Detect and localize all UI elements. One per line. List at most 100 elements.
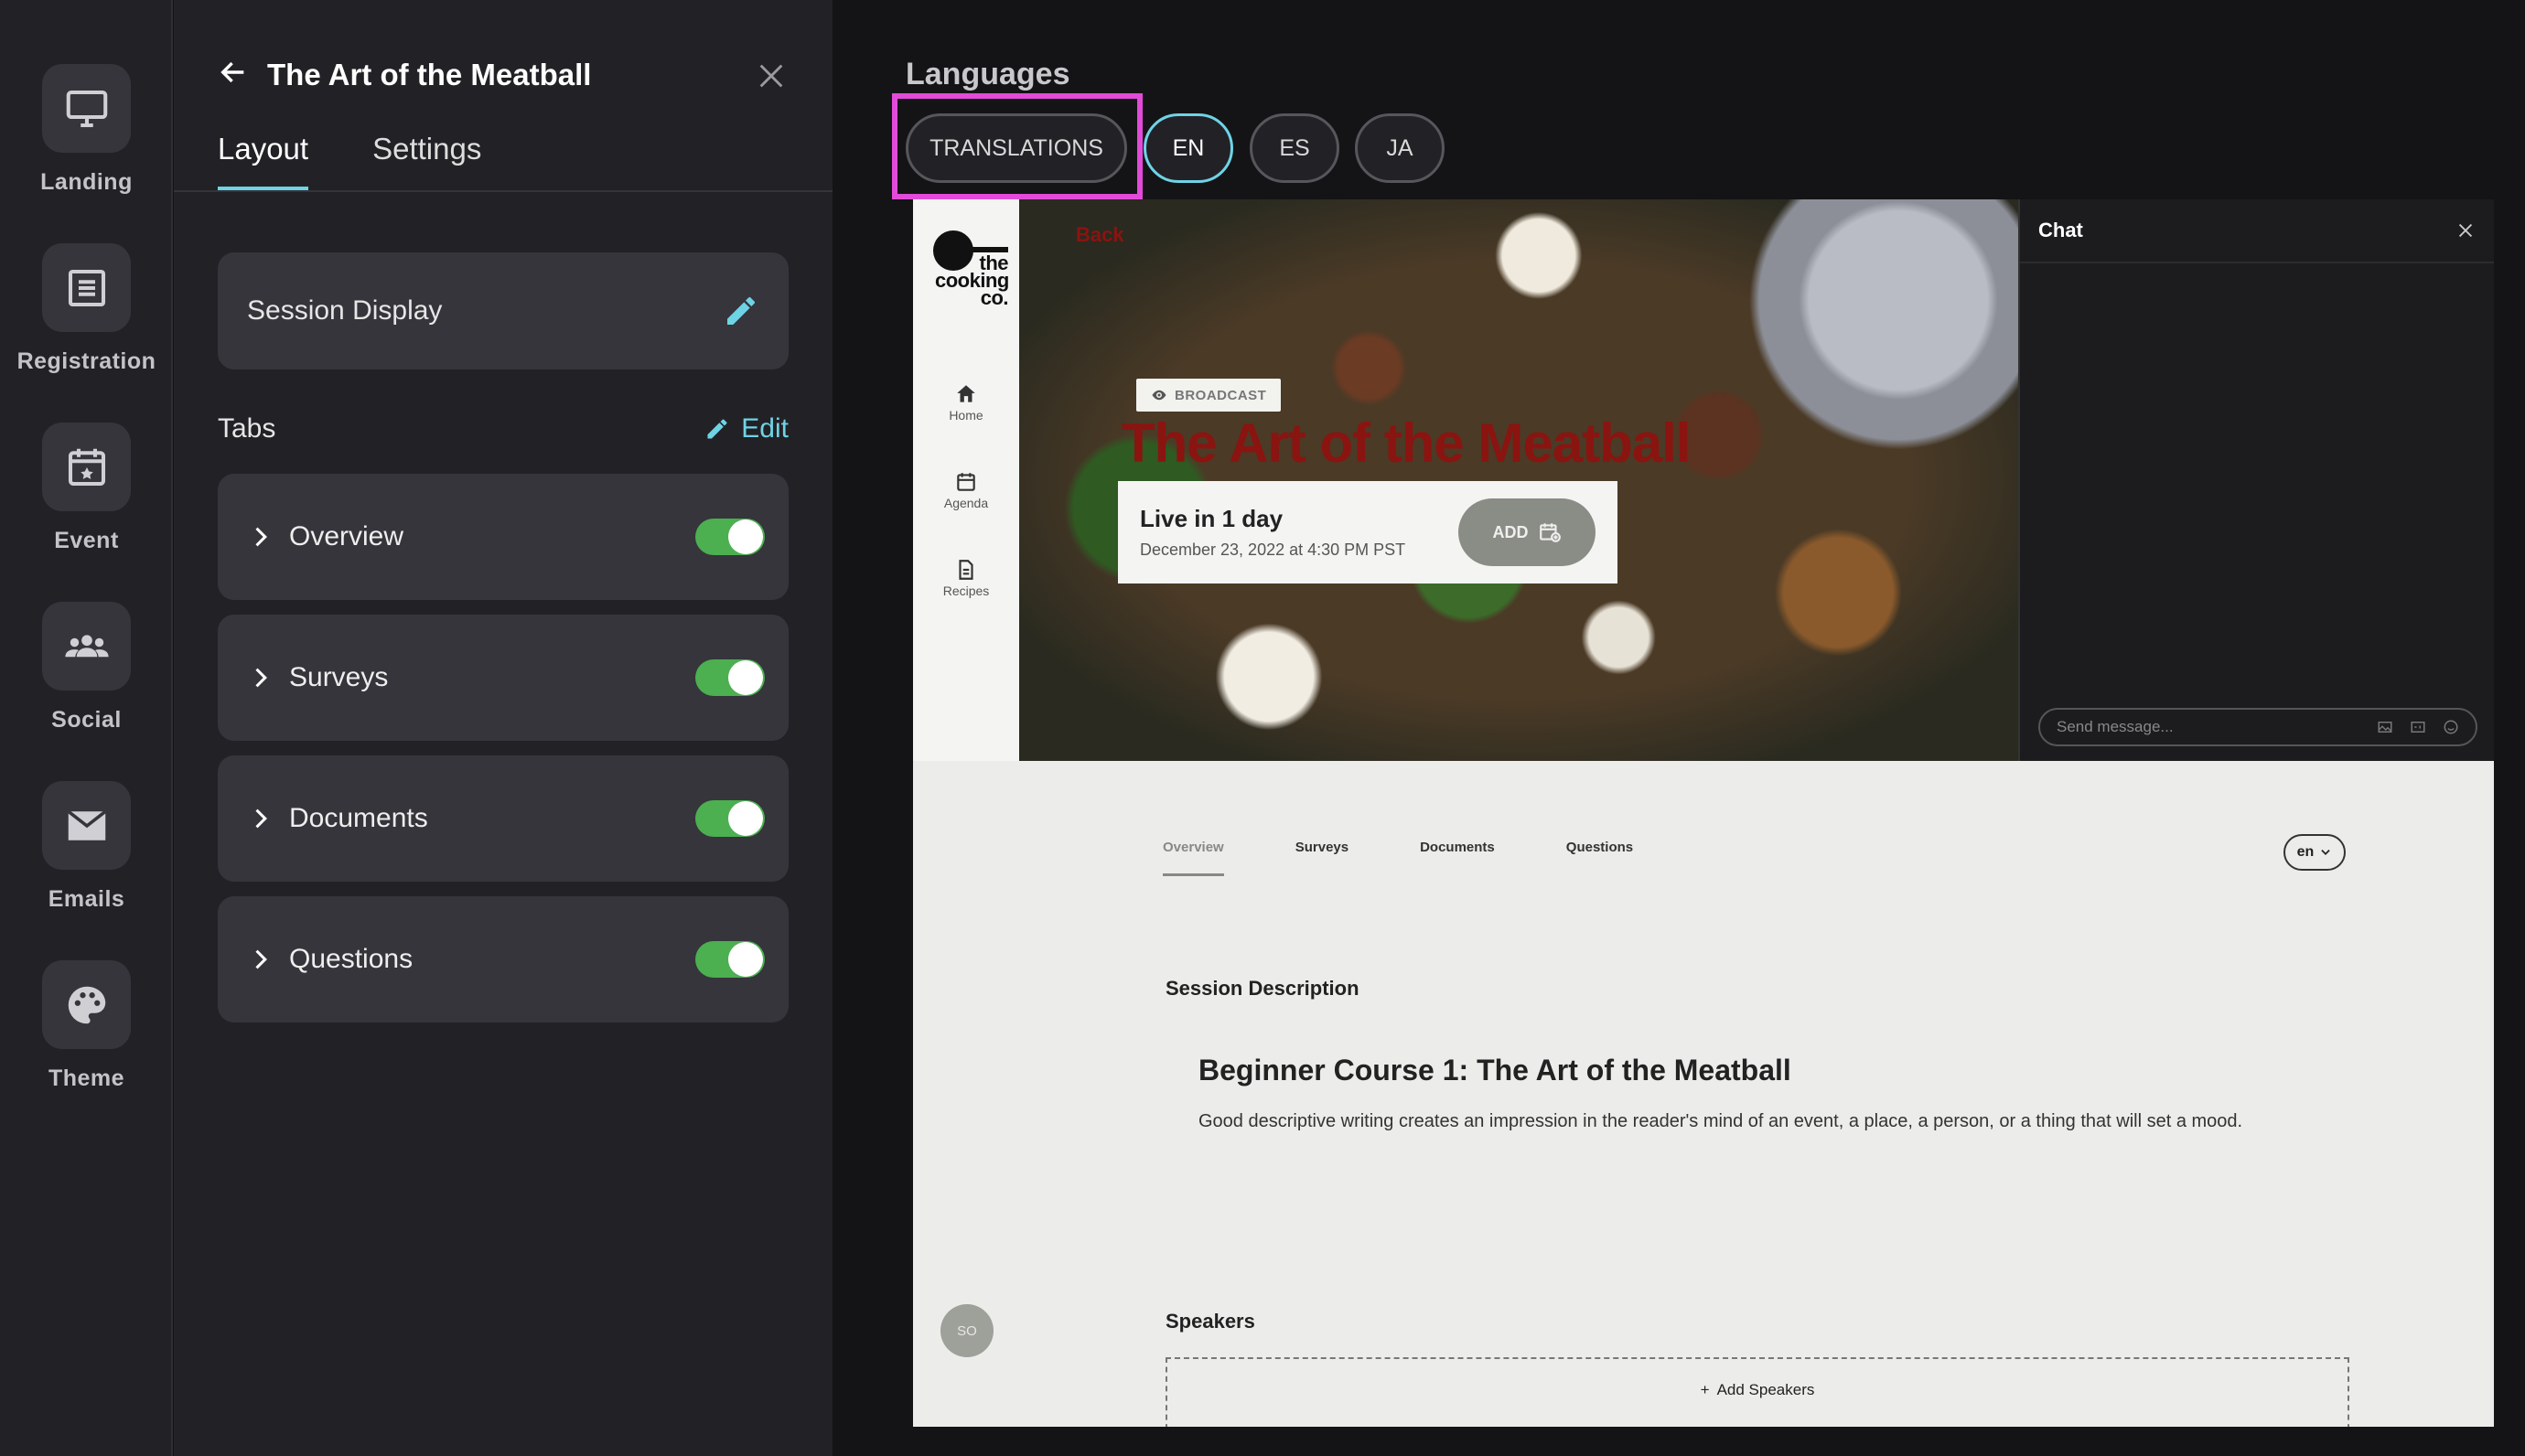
tab-settings[interactable]: Settings [372, 132, 481, 190]
session-display-card[interactable]: Session Display [218, 252, 789, 369]
plus-icon: + [1700, 1381, 1710, 1398]
chat-title: Chat [2038, 219, 2083, 241]
preview-nav-label: Home [949, 408, 983, 423]
nav-item-emails[interactable]: Emails [0, 781, 173, 946]
language-select[interactable]: en [2283, 834, 2346, 871]
pencil-icon [707, 419, 727, 439]
palette-icon [42, 960, 131, 1049]
chat-input-icons [2377, 719, 2459, 735]
close-icon[interactable] [756, 60, 787, 91]
calendar-icon [42, 423, 131, 511]
tab-row-questions[interactable]: Questions [218, 896, 789, 1022]
document-icon [959, 560, 973, 580]
tab-row-label: Questions [289, 944, 414, 974]
preview-tab-overview[interactable]: Overview [1163, 840, 1224, 876]
overview-toggle[interactable] [695, 519, 765, 555]
mail-icon [42, 781, 131, 870]
app-nav: Landing Registration Event Social Emails… [0, 0, 173, 1456]
hero-title: The Art of the Meatball [1122, 412, 1691, 474]
gif-icon[interactable] [2410, 719, 2426, 735]
highlight-box [892, 93, 1143, 199]
image-icon[interactable] [2377, 719, 2393, 735]
preview-sidebar: the cooking co. Home Agenda Recipes [913, 199, 1019, 761]
preview-nav-label: Agenda [943, 496, 989, 510]
chat-panel: Chat Send message... [2018, 199, 2494, 761]
logo-text: the cooking co. [935, 252, 1009, 309]
edit-tabs-button[interactable]: Edit [704, 413, 789, 444]
pencil-icon[interactable] [723, 293, 759, 329]
language-select-value: en [2296, 844, 2315, 860]
session-description-heading: Session Description [1166, 977, 1359, 1000]
back-link[interactable]: Back [1076, 223, 1124, 247]
badge-label: BROADCAST [1175, 387, 1267, 403]
edit-label: Edit [741, 413, 789, 444]
chevron-right-icon[interactable] [247, 665, 273, 691]
preview-tabs: Overview Surveys Documents Questions [1163, 840, 1704, 876]
panel-header: The Art of the Meatball [218, 57, 591, 92]
add-speakers-label: Add Speakers [1716, 1381, 1815, 1398]
nav-label: Theme [48, 1065, 125, 1091]
nav-item-social[interactable]: Social [0, 602, 173, 766]
lang-en-button[interactable]: EN [1144, 113, 1233, 183]
preview-nav-home[interactable]: Home [913, 382, 1019, 424]
tab-row-overview[interactable]: Overview [218, 474, 789, 600]
chat-header: Chat [2020, 199, 2494, 263]
tab-row-surveys[interactable]: Surveys [218, 615, 789, 741]
surveys-toggle[interactable] [695, 659, 765, 696]
add-speakers-button[interactable]: + Add Speakers [1166, 1357, 2349, 1427]
questions-toggle[interactable] [695, 941, 765, 978]
tab-layout[interactable]: Layout [218, 132, 309, 190]
close-icon[interactable] [2455, 220, 2476, 241]
panel-title: The Art of the Meatball [267, 57, 592, 91]
session-display-label: Session Display [247, 295, 443, 326]
list-icon [42, 243, 131, 332]
divider [174, 190, 833, 192]
preview-tab-documents[interactable]: Documents [1420, 840, 1495, 876]
nav-item-registration[interactable]: Registration [0, 243, 173, 408]
nav-item-event[interactable]: Event [0, 423, 173, 587]
live-title: Live in 1 day [1140, 505, 1284, 532]
nav-label: Landing [40, 169, 133, 195]
tabs-section-label: Tabs [218, 413, 276, 444]
nav-item-theme[interactable]: Theme [0, 960, 173, 1125]
nav-label: Event [54, 528, 119, 553]
chevron-right-icon[interactable] [247, 947, 273, 972]
eye-icon [1152, 390, 1166, 401]
preview-tab-questions[interactable]: Questions [1566, 840, 1633, 876]
chat-placeholder: Send message... [2057, 718, 2174, 735]
calendar-icon [957, 473, 975, 491]
calendar-add-icon [1539, 523, 1561, 542]
tab-row-label: Overview [289, 521, 404, 551]
chevron-down-icon [2321, 850, 2331, 855]
add-to-calendar-button[interactable]: ADD [1458, 498, 1596, 566]
broadcast-badge: BROADCAST [1136, 379, 1282, 412]
hero-image: Back BROADCAST The Art of the Meatball L… [1019, 199, 2018, 761]
nav-label: Social [51, 707, 122, 733]
preview-nav-recipes[interactable]: Recipes [913, 558, 1019, 600]
preview-nav-agenda[interactable]: Agenda [913, 470, 1019, 512]
avatar[interactable]: SO [940, 1304, 994, 1357]
chevron-right-icon[interactable] [247, 524, 273, 550]
chat-message-input[interactable]: Send message... [2038, 708, 2477, 746]
documents-toggle[interactable] [695, 800, 765, 837]
course-description: Good descriptive writing creates an impr… [1198, 1111, 2243, 1131]
lang-ja-button[interactable]: JA [1355, 113, 1445, 183]
tab-row-label: Documents [289, 803, 428, 833]
nav-label: Emails [48, 886, 125, 912]
emoji-icon[interactable] [2443, 719, 2459, 735]
languages-title: Languages [906, 57, 1070, 91]
panel-tabs: Layout Settings [218, 132, 481, 190]
lang-es-button[interactable]: ES [1250, 113, 1339, 183]
tab-row-label: Surveys [289, 662, 389, 692]
live-card: Live in 1 day December 23, 2022 at 4:30 … [1118, 481, 1617, 583]
live-date: December 23, 2022 at 4:30 PM PST [1140, 541, 1406, 559]
preview-tab-surveys[interactable]: Surveys [1295, 840, 1348, 876]
preview-nav-label: Recipes [942, 583, 990, 598]
page-preview: the cooking co. Home Agenda Recipes Back… [913, 199, 2494, 1427]
tab-row-documents[interactable]: Documents [218, 755, 789, 882]
speakers-heading: Speakers [1166, 1310, 1255, 1333]
back-arrow-icon[interactable] [218, 57, 249, 92]
chevron-right-icon[interactable] [247, 806, 273, 831]
people-icon [42, 602, 131, 691]
nav-item-landing[interactable]: Landing [0, 64, 173, 229]
